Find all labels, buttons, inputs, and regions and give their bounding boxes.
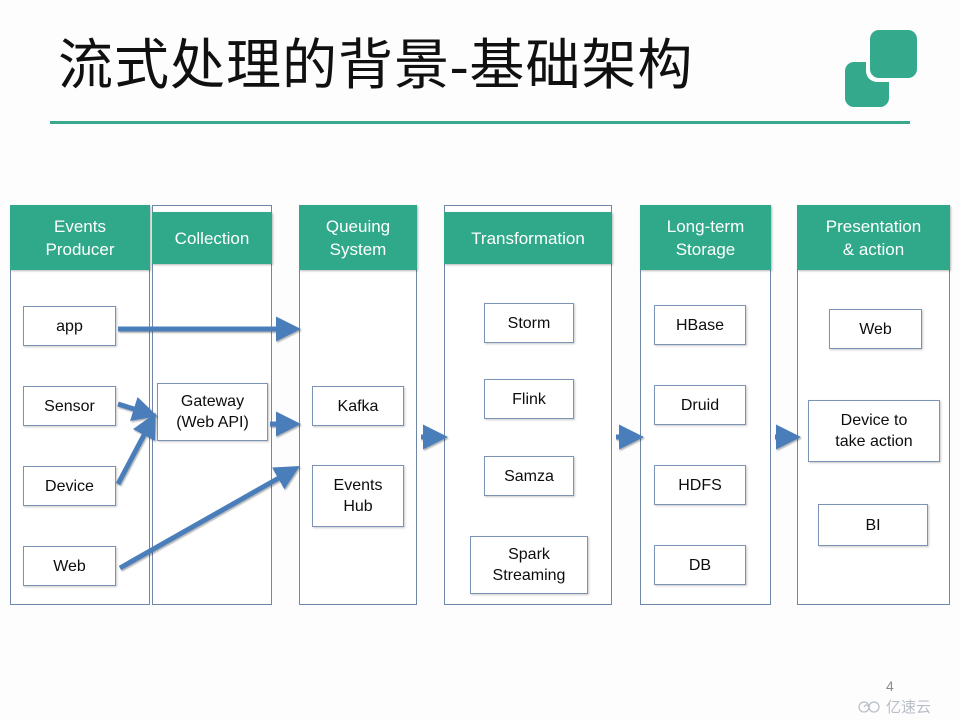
node-label-line1: Spark [508, 546, 550, 563]
page-number: 4 [886, 678, 894, 694]
node-label: Druid [680, 396, 720, 414]
node-label-line1: Events [333, 477, 383, 494]
node-label: Flink [512, 390, 546, 408]
node-bi[interactable]: BI [818, 504, 928, 546]
column-header-line1: Collection [174, 228, 250, 248]
node-label: Storm [507, 314, 551, 332]
node-druid[interactable]: Druid [654, 385, 746, 425]
column-header-line2: & action [842, 239, 905, 259]
node-label-line2: Hub [343, 498, 373, 515]
node-events-hub[interactable]: Events Hub [312, 465, 404, 527]
node-web-presentation[interactable]: Web [829, 309, 922, 349]
column-header-line2: System [329, 239, 387, 259]
node-flink[interactable]: Flink [484, 379, 574, 419]
node-kafka[interactable]: Kafka [312, 386, 404, 426]
node-label-line1: Device to [840, 412, 908, 429]
node-label-line1: Gateway [180, 393, 245, 410]
node-storm[interactable]: Storm [484, 303, 574, 343]
node-label: Sensor [44, 397, 95, 415]
column-header-line1: Queuing [325, 216, 391, 236]
node-spark-streaming[interactable]: Spark Streaming [470, 536, 588, 594]
node-label: HBase [675, 316, 725, 334]
node-hbase[interactable]: HBase [654, 305, 746, 345]
node-label: Web [53, 557, 86, 575]
node-label: BI [865, 516, 881, 534]
column-header-queuing-system: Queuing System [299, 205, 417, 270]
column-header-events-producer: Events Producer [10, 205, 150, 270]
watermark-text: 亿速云 [886, 698, 932, 716]
node-label-line2: (Web API) [176, 414, 249, 431]
node-gateway[interactable]: Gateway (Web API) [157, 383, 268, 441]
column-header-long-term-storage: Long-term Storage [640, 205, 771, 270]
cloud-icon [858, 701, 880, 713]
column-header-line1: Events [54, 216, 106, 236]
node-db[interactable]: DB [654, 545, 746, 585]
node-app[interactable]: app [23, 306, 116, 346]
node-label: app [56, 317, 83, 335]
node-label: Web [859, 320, 892, 338]
architecture-diagram: Events Producer app Sensor Device Web Co… [0, 0, 960, 720]
column-header-collection: Collection [152, 212, 272, 264]
watermark: 亿速云 [858, 696, 931, 717]
node-web-producer[interactable]: Web [23, 546, 116, 586]
column-header-line1: Presentation [825, 216, 922, 236]
node-label: Kafka [337, 397, 379, 415]
node-hdfs[interactable]: HDFS [654, 465, 746, 505]
column-header-presentation-action: Presentation & action [797, 205, 950, 270]
node-label: HDFS [678, 476, 722, 494]
column-header-line2: Storage [675, 239, 736, 259]
node-sensor[interactable]: Sensor [23, 386, 116, 426]
column-header-transformation: Transformation [444, 212, 612, 264]
node-label-line2: Streaming [492, 567, 566, 584]
node-device-to-take-action[interactable]: Device to take action [808, 400, 940, 462]
node-label-line2: take action [835, 433, 913, 450]
node-label: Samza [504, 467, 554, 485]
node-samza[interactable]: Samza [484, 456, 574, 496]
column-header-line1: Long-term [666, 216, 745, 236]
column-header-line1: Transformation [471, 228, 585, 248]
node-device[interactable]: Device [23, 466, 116, 506]
node-label: DB [688, 556, 712, 574]
node-label: Device [45, 477, 94, 495]
column-header-line2: Producer [45, 239, 115, 259]
